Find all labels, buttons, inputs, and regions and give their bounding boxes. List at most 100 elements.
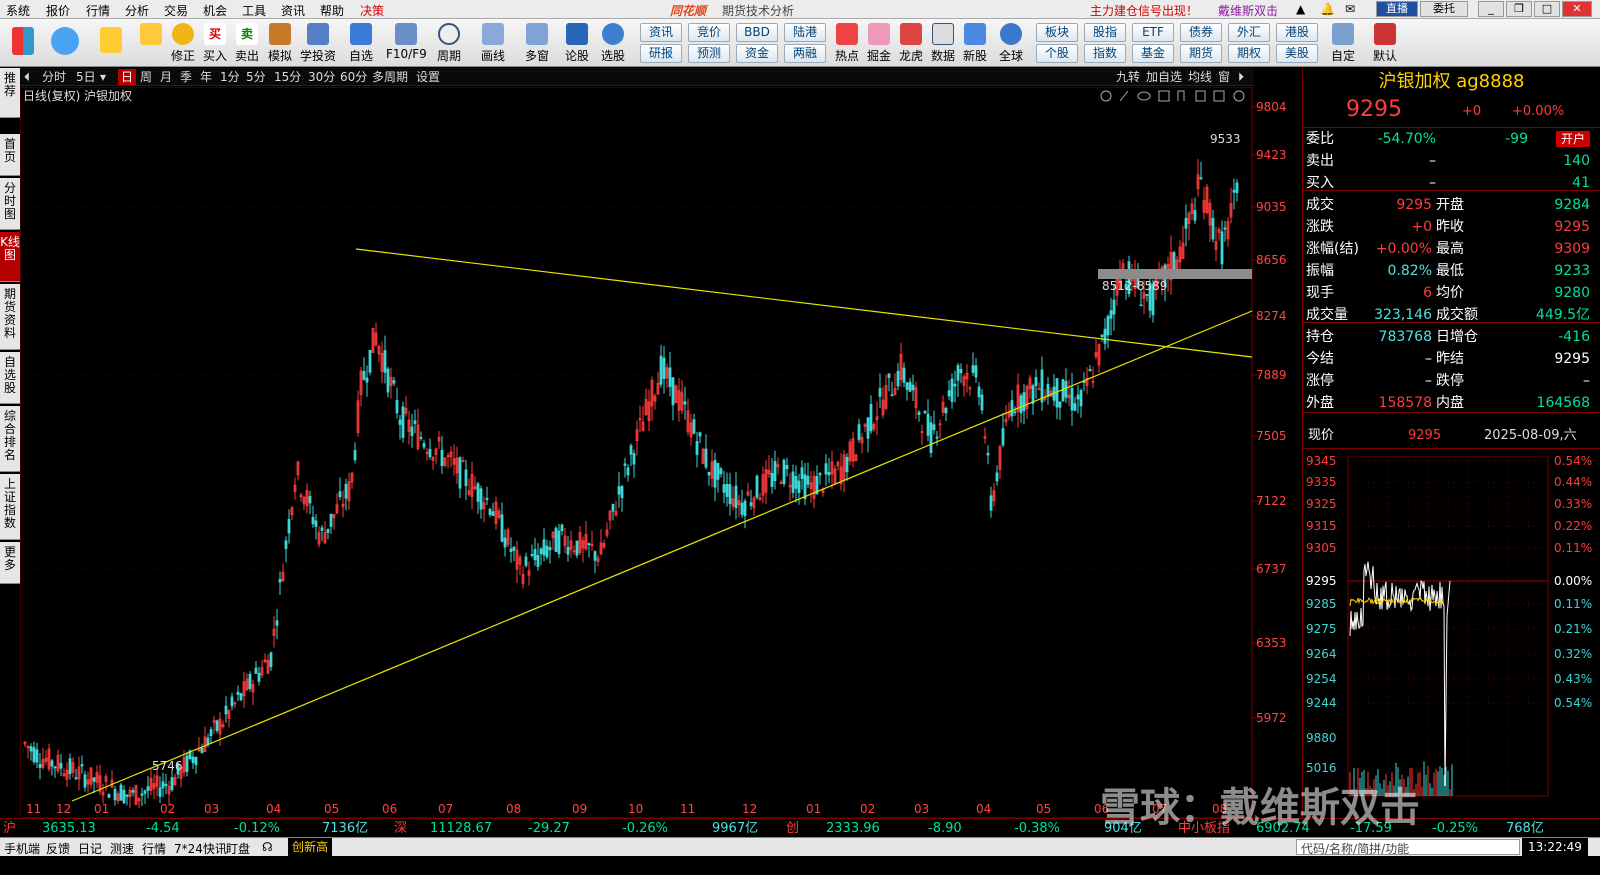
tab-kline[interactable]: K线图 [0, 232, 20, 282]
btn-us-stock[interactable]: 美股 [1276, 44, 1318, 63]
btn-auction[interactable]: 竞价 [688, 23, 730, 42]
tb-select[interactable]: 选股 [596, 21, 630, 65]
btn-forex[interactable]: 外汇 [1228, 23, 1270, 42]
expand-icon[interactable]: ⏵ [1238, 69, 1244, 85]
open-account-button[interactable]: 开户 [1555, 131, 1590, 147]
notice-davis[interactable]: 戴维斯双击 [1218, 2, 1278, 19]
period-5min[interactable]: 5分 [246, 69, 266, 85]
status-diary[interactable]: 日记 [78, 840, 102, 857]
btn-etf[interactable]: ETF [1132, 23, 1174, 42]
tb-draw[interactable]: 画线 [476, 21, 510, 65]
tb-discuss[interactable]: 论股 [560, 21, 594, 65]
menu-analysis[interactable]: 分析 [125, 2, 149, 19]
resistance-zone-box[interactable] [1098, 269, 1252, 279]
btn-hk-stock[interactable]: 港股 [1276, 23, 1318, 42]
kline-chart-area[interactable]: 9804 9423 9035 8656 8274 7889 7505 7122 6737 6353… [20, 87, 1302, 818]
tb-multiwin[interactable]: 多窗 [520, 21, 554, 65]
btn-bond[interactable]: 债券 [1180, 23, 1222, 42]
tb-data[interactable]: 数据 [926, 21, 960, 65]
tb-watchlist[interactable]: 自选 [344, 21, 378, 65]
tb-sell[interactable]: 卖卖出 [230, 21, 264, 65]
menu-quote[interactable]: 报价 [46, 2, 70, 19]
message-icon[interactable]: ✉ [1345, 2, 1355, 16]
period-30min[interactable]: 30分 [308, 69, 335, 85]
menu-trade[interactable]: 交易 [164, 2, 188, 19]
tb-updown[interactable] [134, 21, 168, 65]
btn-info[interactable]: 资讯 [640, 23, 682, 42]
minichart-svg[interactable]: 9345 9335 9325 9315 9305 9295 9285 9275 9264 9254… [1304, 454, 1600, 818]
tb-global[interactable]: 全球 [994, 21, 1028, 65]
restore-button[interactable]: ❐ [1506, 1, 1532, 17]
intraday-minichart[interactable]: 9345 9335 9325 9315 9305 9295 9285 9275 9264 9254… [1304, 454, 1600, 818]
btn-index-futures[interactable]: 股指 [1084, 23, 1126, 42]
btn-forecast[interactable]: 预测 [688, 44, 730, 63]
tool-nine-turn[interactable]: 九转 [1116, 69, 1140, 85]
status-mobile[interactable]: 手机端 [4, 840, 40, 857]
btn-margin[interactable]: 两融 [784, 44, 826, 63]
tool-ma[interactable]: 均线 [1188, 69, 1212, 85]
tb-robot[interactable] [48, 21, 82, 65]
period-day[interactable]: 日 [118, 69, 137, 85]
period-15min[interactable]: 15分 [274, 69, 301, 85]
user-icon[interactable]: ▲ [1296, 2, 1305, 16]
tab-home[interactable]: 首页 [0, 134, 20, 176]
tab-recommend[interactable]: 推荐 [0, 68, 20, 118]
menu-tools[interactable]: 工具 [242, 2, 266, 19]
sh-label[interactable]: 沪 [3, 820, 16, 837]
period-week[interactable]: 周 [140, 69, 152, 85]
btn-sector[interactable]: 板块 [1036, 23, 1078, 42]
tb-back[interactable] [94, 21, 128, 65]
maximize-button[interactable]: □ [1534, 1, 1560, 17]
btn-stock[interactable]: 个股 [1036, 44, 1078, 63]
menu-market[interactable]: 行情 [86, 2, 110, 19]
tb-period[interactable]: 周期 [432, 21, 466, 65]
btn-fund[interactable]: 基金 [1132, 44, 1174, 63]
collapse-icon[interactable]: ⏴ [24, 69, 30, 85]
tb-default[interactable]: 默认 [1368, 21, 1402, 65]
tb-dragon[interactable]: 龙虎 [894, 21, 928, 65]
btn-index[interactable]: 指数 [1084, 44, 1126, 63]
menu-decision[interactable]: 决策 [360, 2, 384, 19]
status-speedtest[interactable]: 测速 [110, 840, 134, 857]
period-timeshare[interactable]: 分时 [42, 69, 66, 85]
btn-hk-connect[interactable]: 陆港 [784, 23, 826, 42]
btn-futures[interactable]: 期货 [1180, 44, 1222, 63]
btn-bbd[interactable]: BBD [736, 23, 778, 42]
tab-watchlist[interactable]: 自选股 [0, 352, 20, 404]
tb-ipo[interactable]: 新股 [958, 21, 992, 65]
status-market[interactable]: 行情 [142, 840, 166, 857]
tab-timeshare[interactable]: 分时图 [0, 178, 20, 230]
tab-sh-index[interactable]: 上证指数 [0, 474, 20, 540]
tb-custom[interactable]: 自定 [1326, 21, 1360, 65]
period-5day[interactable]: 5日 [76, 69, 96, 85]
sz-label[interactable]: 深 [394, 820, 407, 837]
menu-news[interactable]: 资讯 [281, 2, 305, 19]
status-watch[interactable]: 盯盘 [226, 840, 250, 857]
dropdown-icon[interactable]: ▾ [100, 69, 106, 85]
period-multi[interactable]: 多周期 [372, 69, 408, 85]
menu-opportunity[interactable]: 机会 [203, 2, 227, 19]
tb-windows[interactable] [6, 21, 40, 65]
tab-futures-info[interactable]: 期货资料 [0, 284, 20, 350]
tb-f10[interactable]: F10/F9 [386, 21, 427, 65]
period-1min[interactable]: 1分 [220, 69, 240, 85]
tb-buy[interactable]: 买买入 [198, 21, 232, 65]
cy-label[interactable]: 创 [786, 820, 799, 837]
headset-icon[interactable]: ☊ [262, 840, 273, 854]
period-month[interactable]: 月 [160, 69, 172, 85]
tool-window[interactable]: 窗 [1218, 69, 1230, 85]
minimize-button[interactable]: _ [1478, 1, 1504, 17]
menu-system[interactable]: 系统 [6, 2, 30, 19]
tb-learn[interactable]: 学投资 [298, 21, 338, 65]
period-season[interactable]: 季 [180, 69, 192, 85]
period-60min[interactable]: 60分 [340, 69, 367, 85]
status-feedback[interactable]: 反馈 [46, 840, 70, 857]
search-input[interactable]: 代码/名称/简拼/功能 [1296, 839, 1520, 856]
tb-fix[interactable]: 修正 [166, 21, 200, 65]
tab-more[interactable]: 更多 [0, 542, 20, 584]
tb-gold[interactable]: 掘金 [862, 21, 896, 65]
tab-ranking[interactable]: 综合排名 [0, 406, 20, 472]
period-settings[interactable]: 设置 [416, 69, 440, 85]
tb-sim[interactable]: 模拟 [263, 21, 297, 65]
tool-add-watch[interactable]: 加自选 [1146, 69, 1182, 85]
